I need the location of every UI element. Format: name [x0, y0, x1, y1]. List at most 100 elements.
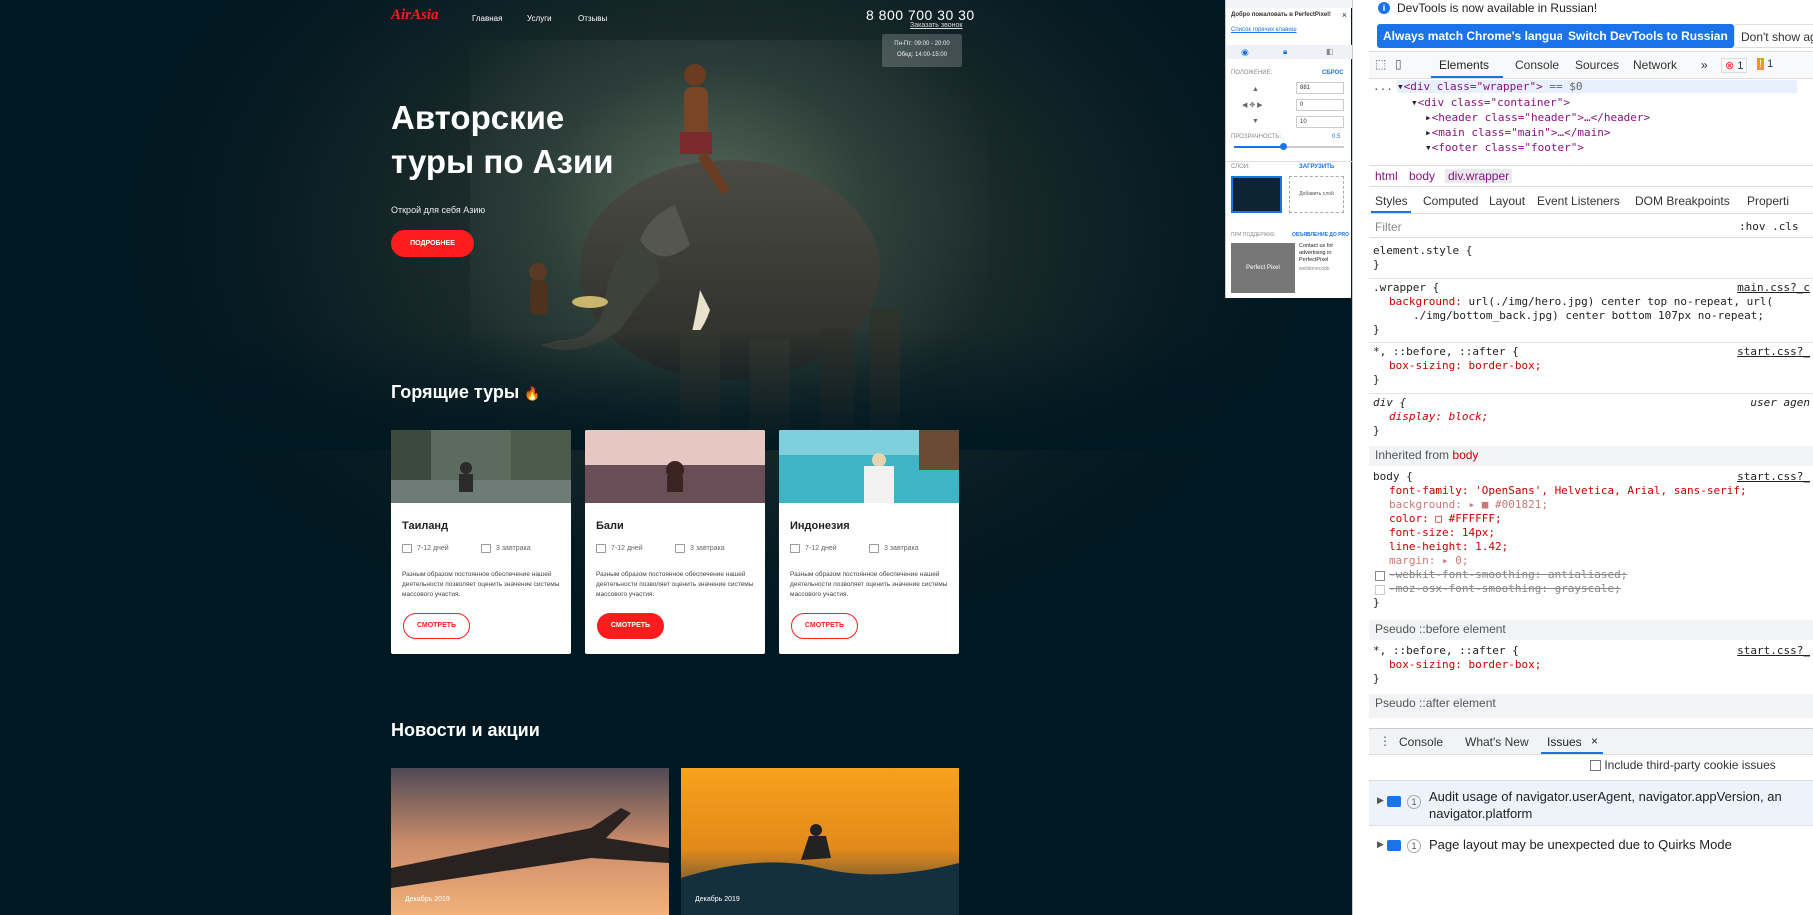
drawer-tab-whats-new[interactable]: What's New [1465, 735, 1529, 749]
subtab-properties[interactable]: Properti [1747, 194, 1789, 208]
tour-card-view-button[interactable]: СМОТРЕТЬ [597, 613, 664, 639]
css-value[interactable]: ./img/bottom_back.jpg) center bottom 107… [1373, 309, 1813, 323]
css-checkbox[interactable] [1375, 571, 1385, 581]
checkbox[interactable] [1590, 760, 1601, 772]
tab-sources[interactable]: Sources [1575, 58, 1619, 72]
inspect-element-icon[interactable]: ⬚ [1375, 57, 1386, 71]
css-prop[interactable]: box-sizing: border-box; [1373, 359, 1813, 373]
breadcrumb-div-wrapper[interactable]: div.wrapper [1445, 169, 1513, 183]
css-source-link[interactable]: start.css?_ [1737, 470, 1810, 484]
pp-ad-link[interactable]: ОБЪЯВЛЕНИЕ ДО PRO [1292, 232, 1349, 238]
invert-icon[interactable]: ◧ [1326, 47, 1334, 56]
arrow-up-icon[interactable]: ▲ [1252, 82, 1263, 98]
switch-language-button[interactable]: Switch DevTools to Russian [1562, 24, 1734, 48]
nav-link-services[interactable]: Услуги [527, 14, 552, 23]
issue-row-quirks[interactable]: ▶ 1 Page layout may be unexpected due to… [1369, 830, 1813, 860]
warning-badge[interactable]: ! 1 [1757, 58, 1773, 70]
dom-node-wrapper[interactable]: ▾<div class="wrapper"> == $0 [1397, 80, 1797, 93]
tour-card-title: Таиланд [402, 520, 449, 532]
nav-link-home[interactable]: Главная [472, 14, 502, 23]
news-item[interactable]: Декабрь 2019 [681, 768, 959, 915]
breadcrumb-body[interactable]: body [1409, 169, 1435, 183]
third-party-toggle[interactable]: Include third-party cookie issues [1590, 758, 1776, 772]
dom-node-main[interactable]: ▸<main class="main">…</main> [1425, 126, 1610, 139]
css-prop[interactable]: background: [1389, 295, 1462, 308]
airasia-logo[interactable]: AirAsia [391, 7, 439, 24]
nav-link-reviews[interactable]: Отзывы [578, 14, 607, 23]
close-icon[interactable]: × [1591, 734, 1598, 748]
inherited-element[interactable]: body [1452, 448, 1478, 462]
subtab-dom-breakpoints[interactable]: DOM Breakpoints [1635, 194, 1730, 208]
dom-node-footer[interactable]: ▾<footer class="footer"> [1425, 141, 1584, 153]
css-prop[interactable]: box-sizing: border-box; [1373, 658, 1813, 672]
css-value[interactable]: url(./img/hero.jpg) center top no-repeat… [1468, 295, 1773, 308]
tour-card-view-button[interactable]: СМОТРЕТЬ [403, 613, 470, 639]
pp-arrow-pad[interactable]: ▲ ◀ ✥ ▶ ▼ [1242, 82, 1263, 130]
css-source-link[interactable]: start.css?_ [1737, 644, 1810, 658]
collapse-triangle-icon[interactable]: ▸ [1425, 126, 1432, 139]
issue-row-useragent[interactable]: ▶ 1 Audit usage of navigator.userAgent, … [1369, 780, 1813, 826]
news-item[interactable]: Декабрь 2019 [391, 768, 669, 915]
expand-triangle-icon[interactable]: ▶ [1377, 839, 1384, 850]
pp-opacity-slider[interactable] [1234, 143, 1344, 150]
expand-triangle-icon[interactable]: ▾ [1411, 96, 1418, 109]
expand-triangle-icon[interactable]: ▾ [1425, 141, 1432, 153]
css-prop-moz-smoothing[interactable]: -moz-osx-font-smoothing: grayscale; [1373, 582, 1813, 596]
css-prop-background[interactable]: background: ▸ ■ #001821; [1373, 498, 1813, 512]
hero-more-button[interactable]: ПОДРОБНЕЕ [391, 230, 474, 257]
css-source-link[interactable]: main.css?_c [1737, 281, 1810, 295]
error-badge[interactable]: ⊗ 1 [1721, 58, 1748, 73]
call-back-link[interactable]: Заказать звонок [910, 22, 962, 29]
css-prop-line-height[interactable]: line-height: 1.42; [1373, 540, 1813, 554]
subtab-computed[interactable]: Computed [1423, 194, 1478, 208]
more-tabs-button[interactable]: » [1701, 58, 1708, 72]
css-prop-webkit-smoothing[interactable]: -webkit-font-smoothing: antialiased; [1373, 568, 1813, 582]
subtab-styles[interactable]: Styles [1375, 194, 1408, 208]
drawer-menu-icon[interactable]: ⋮ [1379, 734, 1391, 748]
match-language-button[interactable]: Always match Chrome's language [1377, 24, 1584, 48]
expand-triangle-icon[interactable]: ▾ [1397, 80, 1404, 93]
tour-card-indonesia: Индонезия 7-12 дней 3 завтрака Разным об… [779, 430, 959, 654]
pp-layer-thumbnail[interactable] [1231, 176, 1282, 213]
arrow-down-icon[interactable]: ▼ [1252, 114, 1263, 130]
css-prop-color[interactable]: color: □ #FFFFFF; [1373, 512, 1813, 526]
pp-reset-link[interactable]: СБРОС [1322, 70, 1344, 76]
css-prop-margin[interactable]: margin: ▸ 0; [1373, 554, 1813, 568]
tour-card-view-button[interactable]: СМОТРЕТЬ [791, 613, 858, 639]
pp-hotkeys-link[interactable]: Список горячих клавиш [1231, 27, 1297, 33]
pp-ad-image[interactable]: Perfect Pixel [1231, 243, 1295, 293]
dom-node-container[interactable]: ▾<div class="container"> [1411, 96, 1570, 109]
tab-elements[interactable]: Elements [1439, 58, 1489, 72]
hov-cls-toggles[interactable]: :hov .cls [1739, 220, 1799, 233]
header-phone[interactable]: 8 800 700 30 30 [866, 7, 975, 23]
dont-show-again-button[interactable]: Don't show ag [1734, 24, 1813, 48]
device-toolbar-icon[interactable]: ▯ [1395, 57, 1402, 71]
breadcrumb-html[interactable]: html [1375, 169, 1398, 183]
css-prop-font-size[interactable]: font-size: 14px; [1373, 526, 1813, 540]
subtab-event-listeners[interactable]: Event Listeners [1537, 194, 1620, 208]
dom-node-header[interactable]: ▸<header class="header">…</header> [1425, 111, 1650, 124]
tab-console[interactable]: Console [1515, 58, 1559, 72]
expand-triangle-icon[interactable]: ▶ [1377, 795, 1384, 806]
pp-x-input[interactable]: 881 [1296, 82, 1344, 94]
arrow-left-right-icons[interactable]: ◀ ✥ ▶ [1242, 98, 1263, 114]
drawer-tab-console[interactable]: Console [1399, 735, 1443, 749]
pp-ad-title[interactable]: Contact us for advertising in PerfectPix… [1299, 243, 1349, 264]
css-source-link[interactable]: start.css?_ [1737, 345, 1810, 359]
pp-add-layer[interactable]: Добавить слой [1289, 176, 1344, 213]
pp-scale-input[interactable]: 10 [1296, 116, 1344, 128]
css-prop-font-family[interactable]: font-family: 'OpenSans', Helvetica, Aria… [1373, 484, 1813, 498]
pp-upload-link[interactable]: ЗАГРУЗИТЬ [1299, 164, 1334, 170]
lock-icon[interactable]: 🔒︎ [1283, 47, 1287, 57]
pp-opacity-handle[interactable] [1280, 143, 1287, 150]
tab-network[interactable]: Network [1633, 58, 1677, 72]
collapse-triangle-icon[interactable]: ▸ [1425, 111, 1432, 124]
css-checkbox[interactable] [1375, 585, 1385, 595]
styles-filter-input[interactable]: Filter [1375, 220, 1402, 234]
subtab-layout[interactable]: Layout [1489, 194, 1525, 208]
close-icon[interactable]: × [1342, 10, 1347, 20]
issue-chat-icon [1387, 796, 1401, 807]
eye-icon[interactable]: ◉ [1241, 47, 1249, 58]
pp-y-input[interactable]: 0 [1296, 99, 1344, 111]
drawer-tab-issues[interactable]: Issues [1547, 735, 1582, 749]
